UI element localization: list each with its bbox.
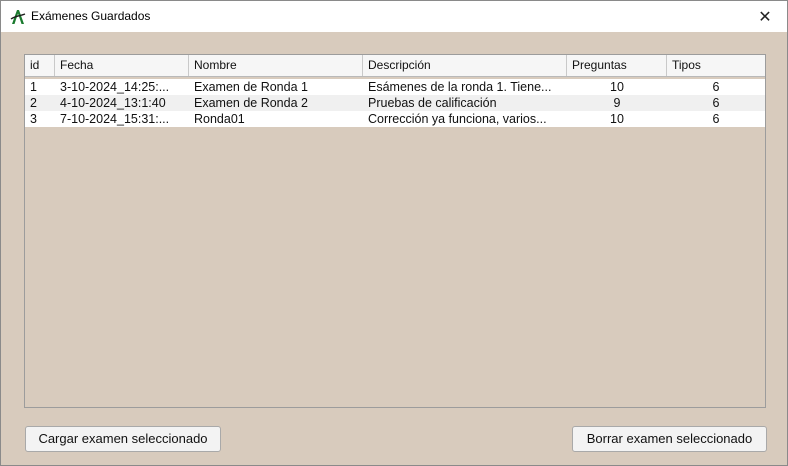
window-title: Exámenes Guardados bbox=[31, 9, 151, 23]
cell-tipos: 6 bbox=[712, 112, 720, 126]
column-header-nombre[interactable]: Nombre bbox=[189, 55, 363, 76]
cell-fecha: 4-10-2024_13:1:40 bbox=[60, 96, 166, 110]
cell-fecha: 7-10-2024_15:31:... bbox=[60, 112, 170, 126]
column-header-fecha[interactable]: Fecha bbox=[55, 55, 189, 76]
exams-table[interactable]: id Fecha Nombre Descripción Preguntas Ti… bbox=[24, 54, 766, 408]
cell-id: 3 bbox=[30, 112, 37, 126]
cell-preguntas: 10 bbox=[610, 80, 624, 94]
cell-preguntas: 10 bbox=[610, 112, 624, 126]
cell-id: 2 bbox=[30, 96, 37, 110]
cell-tipos: 6 bbox=[712, 96, 720, 110]
load-exam-button[interactable]: Cargar examen seleccionado bbox=[25, 426, 221, 452]
table-row[interactable]: 3 7-10-2024_15:31:... Ronda01 Corrección… bbox=[25, 111, 765, 127]
column-header-preguntas[interactable]: Preguntas bbox=[567, 55, 667, 76]
cell-id: 1 bbox=[30, 80, 37, 94]
cell-nombre: Ronda01 bbox=[194, 112, 245, 126]
table-header: id Fecha Nombre Descripción Preguntas Ti… bbox=[25, 55, 765, 77]
cell-nombre: Examen de Ronda 2 bbox=[194, 96, 308, 110]
title-bar: Exámenes Guardados ✕ bbox=[1, 1, 787, 32]
column-header-id[interactable]: id bbox=[25, 55, 55, 76]
cell-descripcion: Corrección ya funciona, varios... bbox=[368, 112, 547, 126]
cell-nombre: Examen de Ronda 1 bbox=[194, 80, 308, 94]
cell-tipos: 6 bbox=[712, 80, 720, 94]
delete-exam-button[interactable]: Borrar examen seleccionado bbox=[572, 426, 767, 452]
cell-descripcion: Pruebas de calificación bbox=[368, 96, 497, 110]
table-row[interactable]: 2 4-10-2024_13:1:40 Examen de Ronda 2 Pr… bbox=[25, 95, 765, 111]
column-header-descripcion[interactable]: Descripción bbox=[363, 55, 567, 76]
column-header-tipos[interactable]: Tipos bbox=[667, 55, 765, 76]
saved-exams-window: Exámenes Guardados ✕ id Fecha Nombre Des… bbox=[0, 0, 788, 466]
table-row[interactable]: 1 3-10-2024_14:25:... Examen de Ronda 1 … bbox=[25, 79, 765, 95]
cell-descripcion: Esámenes de la ronda 1. Tiene... bbox=[368, 80, 552, 94]
app-logo-icon bbox=[10, 10, 26, 24]
cell-fecha: 3-10-2024_14:25:... bbox=[60, 80, 170, 94]
cell-preguntas: 9 bbox=[613, 96, 621, 110]
close-icon[interactable]: ✕ bbox=[743, 1, 787, 32]
